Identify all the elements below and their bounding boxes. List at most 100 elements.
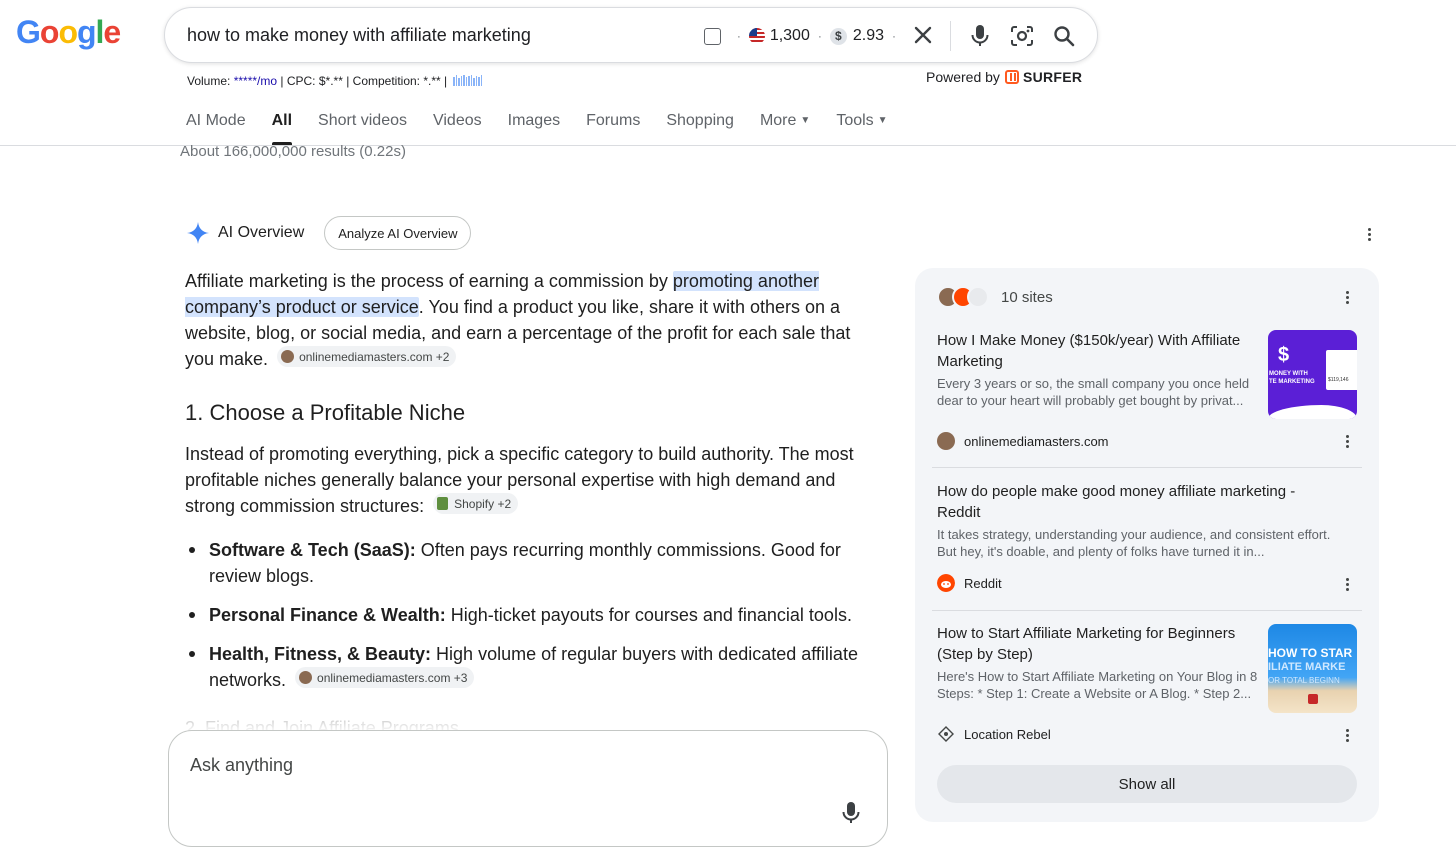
source-card[interactable]: How I Make Money ($150k/year) With Affil… bbox=[937, 330, 1357, 450]
keyword-metrics: Volume: *****/mo | CPC: $*.** | Competit… bbox=[187, 74, 483, 88]
tab-tools[interactable]: Tools ▼ bbox=[836, 112, 887, 145]
powered-by-surfer[interactable]: Powered by SURFER bbox=[926, 69, 1082, 85]
tab-label: Videos bbox=[432, 112, 482, 129]
us-flag-icon bbox=[748, 28, 765, 44]
google-logo[interactable]: Google bbox=[16, 14, 121, 51]
tab-label: Images bbox=[507, 112, 561, 129]
tab-short-videos[interactable]: Short videos bbox=[318, 112, 407, 145]
list-item-title: Personal Finance & Wealth: bbox=[209, 605, 446, 625]
card-source[interactable]: onlinemediamasters.com bbox=[937, 432, 1109, 450]
list-item: Software & Tech (SaaS): Often pays recur… bbox=[185, 537, 865, 589]
search-box[interactable]: how to make money with affiliate marketi… bbox=[164, 7, 1098, 63]
search-volume: 1,300 bbox=[769, 27, 810, 44]
separator-dot: · bbox=[736, 29, 741, 43]
divider bbox=[932, 610, 1362, 611]
ask-anything-box[interactable]: Ask anything bbox=[168, 730, 888, 847]
more-vert-icon[interactable] bbox=[1337, 574, 1357, 594]
avatar bbox=[299, 671, 313, 684]
caret-down-icon: ▼ bbox=[877, 115, 888, 126]
tab-forums[interactable]: Forums bbox=[586, 112, 640, 145]
tab-ai-mode[interactable]: AI Mode bbox=[186, 112, 246, 145]
search-query[interactable]: how to make money with affiliate marketi… bbox=[187, 25, 531, 46]
section-text: Instead of promoting everything, pick a … bbox=[185, 444, 854, 516]
lens-search-button[interactable] bbox=[1007, 21, 1037, 51]
source-name: onlinemediamasters.com bbox=[964, 433, 1109, 449]
list-item: Personal Finance & Wealth: High-ticket p… bbox=[185, 602, 865, 628]
card-source[interactable]: Reddit bbox=[937, 574, 1002, 592]
divider bbox=[932, 467, 1362, 468]
tab-all[interactable]: All bbox=[271, 112, 293, 145]
thumbnail-caption: MONEY WITH TE MARKETING bbox=[1269, 371, 1315, 385]
source-card[interactable]: How do people make good money affiliate … bbox=[937, 481, 1357, 592]
section-paragraph: Instead of promoting everything, pick a … bbox=[185, 441, 865, 519]
separator-dot: · bbox=[817, 29, 822, 43]
close-icon bbox=[914, 26, 932, 44]
more-vert-icon[interactable] bbox=[1337, 725, 1357, 745]
citation-chip[interactable]: onlinemediamasters.com +3 bbox=[295, 667, 475, 688]
sites-header[interactable]: 10 sites bbox=[937, 286, 1053, 308]
sites-count: 10 sites bbox=[1001, 288, 1053, 306]
tab-more[interactable]: More ▼ bbox=[760, 112, 810, 145]
search-tabs: AI Mode All Short videos Videos Images F… bbox=[186, 112, 914, 145]
tab-label: Shopping bbox=[666, 112, 734, 129]
location-rebel-icon bbox=[938, 726, 954, 742]
more-vert-icon[interactable] bbox=[1337, 431, 1357, 451]
dollar-icon: $ bbox=[1278, 344, 1290, 366]
section-heading: 1. Choose a Profitable Niche bbox=[185, 400, 466, 425]
tab-label: Short videos bbox=[318, 112, 407, 129]
card-title[interactable]: How do people make good money affiliate … bbox=[937, 481, 1337, 523]
thumbnail-wave bbox=[1268, 405, 1357, 419]
sparkle-icon bbox=[187, 222, 209, 244]
ask-input[interactable]: Ask anything bbox=[190, 755, 293, 776]
mic-icon bbox=[842, 802, 860, 823]
more-vert-icon[interactable] bbox=[1337, 287, 1357, 307]
checkbox-icon[interactable] bbox=[703, 27, 721, 45]
analyze-ai-overview-button[interactable]: Analyze AI Overview bbox=[324, 216, 472, 250]
citation-label: onlinemediamasters.com +3 bbox=[317, 670, 468, 685]
intro-text: Affiliate marketing is the process of ea… bbox=[185, 271, 673, 291]
tab-videos[interactable]: Videos bbox=[433, 112, 482, 145]
ai-overview-title: AI Overview bbox=[218, 224, 305, 241]
card-source[interactable]: Location Rebel bbox=[937, 725, 1051, 743]
ai-overview-intro: Affiliate marketing is the process of ea… bbox=[185, 268, 865, 372]
source-name: Reddit bbox=[964, 575, 1002, 591]
tab-shopping[interactable]: Shopping bbox=[666, 112, 734, 145]
list-item-title: Health, Fitness, & Beauty: bbox=[209, 644, 432, 664]
clear-search-button[interactable] bbox=[908, 23, 938, 49]
dollar-icon: $ bbox=[829, 27, 847, 45]
list-item-title: Software & Tech (SaaS): bbox=[209, 540, 416, 560]
tab-label: Forums bbox=[586, 112, 641, 129]
card-title[interactable]: How to Start Affiliate Marketing for Beg… bbox=[937, 623, 1263, 665]
ask-voice-button[interactable] bbox=[841, 801, 861, 830]
citation-label: onlinemediamasters.com +2 bbox=[299, 349, 450, 364]
volume-value[interactable]: *****/mo bbox=[234, 74, 277, 88]
sources-panel: 10 sites How I Make Money ($150k/year) W… bbox=[915, 268, 1379, 822]
thumbnail-screen: $119,146 bbox=[1326, 350, 1357, 390]
search-icon bbox=[1054, 26, 1075, 47]
cpc-value: 2.93 bbox=[852, 27, 884, 44]
source-avatars bbox=[937, 286, 991, 308]
camera-lens-icon bbox=[1011, 26, 1033, 46]
tab-images[interactable]: Images bbox=[508, 112, 560, 145]
thumbnail-figure bbox=[1308, 694, 1318, 704]
citation-chip[interactable]: Shopify +2 bbox=[433, 493, 519, 514]
results-stats: About 166,000,000 results (0.22s) bbox=[180, 143, 406, 160]
card-snippet: Every 3 years or so, the small company y… bbox=[937, 376, 1250, 408]
thumbnail-amount: $119,146 bbox=[1328, 377, 1349, 383]
citation-chip[interactable]: onlinemediamasters.com +2 bbox=[277, 346, 457, 367]
voice-search-button[interactable] bbox=[965, 21, 995, 51]
source-name: Location Rebel bbox=[964, 726, 1051, 742]
more-vert-icon[interactable] bbox=[1359, 224, 1379, 244]
card-thumbnail[interactable]: HOW TO STAR ILIATE MARKE OR TOTAL BEGINN bbox=[1268, 624, 1357, 713]
tab-label: More bbox=[759, 112, 797, 129]
location-rebel-icon bbox=[967, 286, 989, 308]
card-thumbnail[interactable]: $ MONEY WITH TE MARKETING $119,146 bbox=[1268, 330, 1357, 419]
show-all-button[interactable]: Show all bbox=[937, 765, 1357, 803]
source-card[interactable]: How to Start Affiliate Marketing for Beg… bbox=[937, 623, 1357, 742]
thumbnail-caption: OR TOTAL BEGINN bbox=[1268, 676, 1340, 685]
card-title[interactable]: How I Make Money ($150k/year) With Affil… bbox=[937, 330, 1263, 372]
search-button[interactable] bbox=[1049, 21, 1079, 51]
mic-icon bbox=[971, 25, 989, 46]
separator-dot: · bbox=[892, 29, 896, 43]
avatar bbox=[937, 432, 955, 450]
